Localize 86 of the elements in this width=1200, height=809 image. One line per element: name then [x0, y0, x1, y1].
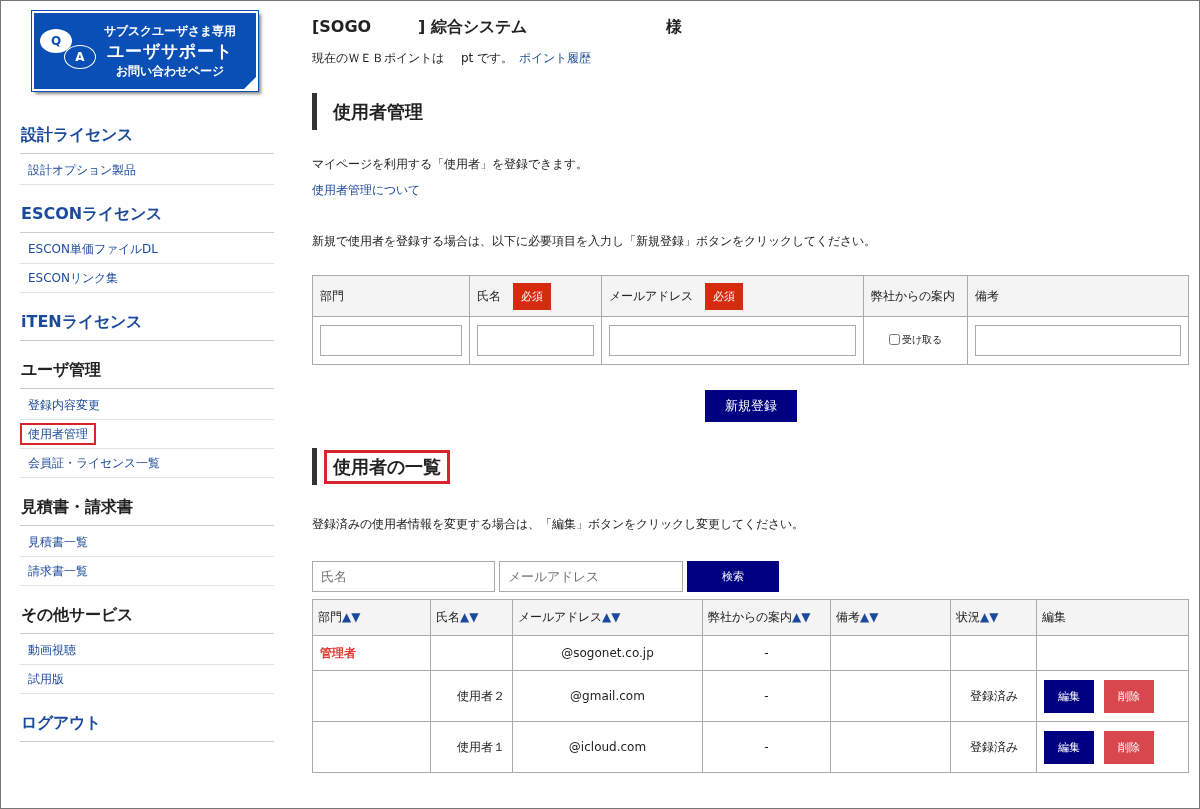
sidebar-link[interactable]: ログアウト: [20, 694, 274, 742]
register-button[interactable]: 新規登録: [704, 390, 797, 422]
user-name: 使用者２: [457, 688, 505, 703]
input-field[interactable]: [477, 325, 594, 356]
points-text: pt です。: [461, 50, 514, 67]
sort-arrows[interactable]: ▲▼: [460, 610, 479, 624]
support-banner[interactable]: Q A サブスクユーザさま専用 ユーザサポート お問い合わせページ: [32, 11, 258, 91]
column-header[interactable]: 状況▲▼: [950, 599, 1037, 636]
sort-arrows[interactable]: ▲▼: [860, 610, 879, 624]
points-text: 現在のＷＥＢポイントは: [312, 50, 445, 67]
sidebar-item[interactable]: 動画視聴: [20, 639, 84, 661]
sidebar-link[interactable]: 設計ライセンス: [20, 91, 274, 154]
input-field[interactable]: [320, 325, 462, 356]
sort-arrows[interactable]: ▲▼: [792, 610, 811, 624]
email-text: @sogonet.co.jp: [561, 646, 654, 660]
guidance-text: -: [764, 646, 769, 660]
sidebar-item[interactable]: ESCON単価ファイルDL: [20, 238, 166, 260]
required-badge: 必須: [705, 282, 743, 310]
sidebar-heading: 見積書・請求書: [20, 478, 274, 526]
input-field[interactable]: [609, 325, 856, 356]
sidebar-item[interactable]: 試用版: [20, 668, 72, 690]
column-label: 状況: [956, 610, 980, 624]
instruction-text: 新規で使用者を登録する場合は、以下に必要項目を入力し「新規登録」ボタンをクリックしてください。: [312, 233, 877, 250]
column-label: 備考: [836, 610, 860, 624]
column-label: メールアドレス: [609, 287, 693, 305]
checkbox-label: 受け取る: [902, 332, 942, 347]
status-text: 登録済み: [969, 688, 1018, 703]
corner-fold-icon: [244, 77, 256, 89]
column-label: 備考: [975, 287, 999, 305]
banner-caption: お問い合わせページ: [116, 62, 224, 80]
column-label: 氏名: [477, 287, 501, 305]
sort-arrows[interactable]: ▲▼: [342, 610, 361, 624]
column-label: 弊社からの案内: [708, 610, 792, 624]
edit-button[interactable]: 編集: [1044, 730, 1094, 764]
sidebar-heading: ユーザ管理: [20, 341, 274, 389]
search-button[interactable]: 検索: [687, 561, 779, 592]
sidebar-link[interactable]: ESCONライセンス: [20, 185, 274, 233]
edit-button[interactable]: 編集: [1044, 679, 1094, 713]
column-header[interactable]: 氏名▲▼: [430, 599, 513, 636]
guidance-text: -: [764, 740, 769, 754]
instruction-text: 登録済みの使用者情報を変更する場合は、「編集」ボタンをクリックし変更してください。: [312, 516, 805, 533]
column-header[interactable]: 備考▲▼: [830, 599, 951, 636]
status-text: 登録済み: [969, 739, 1018, 754]
sidebar-item[interactable]: 見積書一覧: [20, 531, 96, 553]
section-heading: 使用者の一覧: [324, 449, 450, 484]
column-header[interactable]: 弊社からの案内▲▼: [702, 599, 831, 636]
column-label: 部門: [320, 287, 344, 305]
checkbox[interactable]: [889, 334, 900, 346]
points-history-link[interactable]: ポイント履歴: [519, 50, 592, 67]
column-header[interactable]: メールアドレス▲▼: [512, 599, 703, 636]
department-text: 管理者: [320, 645, 356, 660]
sort-arrows[interactable]: ▲▼: [602, 610, 621, 624]
column-label: 編集: [1042, 610, 1066, 624]
sidebar-link[interactable]: iTENライセンス: [20, 293, 274, 341]
column-label: 弊社からの案内: [871, 287, 955, 305]
sidebar-item[interactable]: 会員証・ライセンス一覧: [20, 452, 168, 474]
about-link[interactable]: 使用者管理について: [312, 182, 420, 199]
email-text: @gmail.com: [570, 689, 645, 703]
user-name: 使用者１: [457, 739, 505, 754]
input-field[interactable]: [975, 325, 1181, 356]
required-badge: 必須: [513, 282, 551, 310]
sidebar-heading: その他サービス: [20, 586, 274, 634]
search-field[interactable]: メールアドレス: [499, 561, 683, 592]
column-label: 氏名: [436, 610, 460, 624]
sort-arrows[interactable]: ▲▼: [980, 610, 999, 624]
sidebar-item[interactable]: ESCONリンク集: [20, 267, 126, 289]
description-text: マイページを利用する「使用者」を登録できます。: [312, 156, 589, 173]
company-name: ] 綜合システム: [418, 17, 528, 38]
banner-title: ユーザサポート: [107, 39, 233, 63]
column-label: メールアドレス: [518, 610, 602, 624]
speech-bubble-icon: Q: [40, 29, 72, 53]
honorific: 様: [666, 17, 682, 38]
sidebar-item[interactable]: 使用者管理: [20, 423, 96, 445]
company-name: [SOGO: [312, 17, 373, 38]
column-header[interactable]: 部門▲▼: [312, 599, 431, 636]
guidance-text: -: [764, 689, 769, 703]
search-field[interactable]: 氏名: [312, 561, 495, 592]
delete-button[interactable]: 削除: [1104, 730, 1154, 764]
section-heading: 使用者管理: [331, 99, 424, 124]
sidebar-item[interactable]: 設計オプション製品: [20, 159, 144, 181]
sidebar-item[interactable]: 登録内容変更: [20, 394, 108, 416]
banner-subtitle: サブスクユーザさま専用: [104, 22, 236, 40]
column-label: 部門: [318, 610, 342, 624]
delete-button[interactable]: 削除: [1104, 679, 1154, 713]
sidebar-item[interactable]: 請求書一覧: [20, 560, 96, 582]
email-text: @icloud.com: [568, 740, 647, 754]
